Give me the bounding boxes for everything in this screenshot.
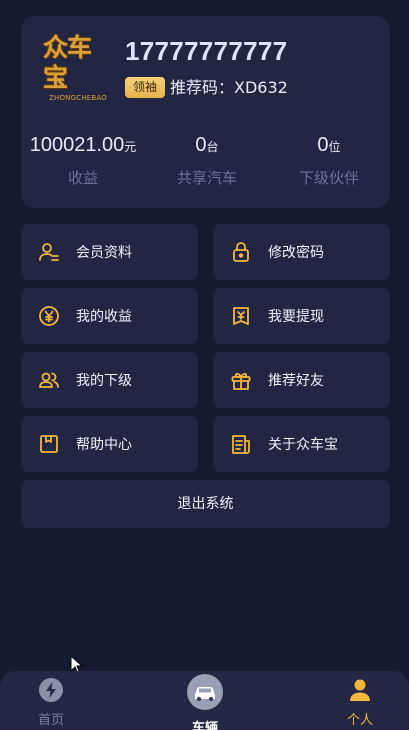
- stat-label: 共享汽车: [176, 169, 237, 187]
- gift-icon: [230, 369, 252, 391]
- stat-unit: 元: [124, 140, 137, 154]
- member-info-icon: [38, 241, 60, 263]
- stat-value: 0: [195, 134, 207, 156]
- document-icon: [230, 433, 252, 455]
- menu-label: 关于众车宝: [268, 437, 338, 453]
- menu-label: 我的收益: [76, 309, 132, 325]
- about-button[interactable]: 关于众车宝: [213, 416, 390, 472]
- my-subordinates-button[interactable]: 我的下级: [21, 352, 198, 408]
- menu-label: 我的下级: [76, 373, 132, 389]
- user-phone: 17777777777: [125, 36, 288, 66]
- my-earnings-button[interactable]: 我的收益: [21, 288, 198, 344]
- tab-label: 个人: [346, 713, 373, 728]
- stat-value: 100021.00: [29, 134, 125, 156]
- menu-label: 我要提现: [268, 309, 324, 325]
- tab-home[interactable]: 首页: [1, 671, 101, 728]
- profile-card: 众车宝 ZHONGCHEBAO 17777777777 领袖 推荐码：XD632…: [21, 16, 390, 208]
- help-book-icon: [38, 433, 60, 455]
- stat-subordinates: 0位 下级伙伴: [267, 134, 391, 188]
- help-center-button[interactable]: 帮助中心: [21, 416, 198, 472]
- withdraw-button[interactable]: 我要提现: [213, 288, 390, 344]
- stat-label: 收益: [67, 169, 98, 187]
- stat-income: 100021.00元 收益: [21, 134, 145, 188]
- stat-unit: 位: [328, 140, 341, 154]
- tab-label: 车辆: [191, 721, 218, 730]
- person-icon: [347, 677, 373, 703]
- lock-icon: [230, 241, 252, 263]
- withdraw-icon: [230, 305, 252, 327]
- brand-logo: 众车宝 ZHONGCHEBAO: [43, 33, 113, 102]
- recommend-friend-button[interactable]: 推荐好友: [213, 352, 390, 408]
- menu-label: 帮助中心: [76, 437, 132, 453]
- menu-label: 修改密码: [268, 245, 324, 261]
- car-icon: [187, 674, 223, 710]
- stat-label: 下级伙伴: [298, 169, 359, 187]
- change-password-button[interactable]: 修改密码: [213, 224, 390, 280]
- menu-label: 会员资料: [76, 245, 132, 261]
- yen-coin-icon: [38, 305, 60, 327]
- logout-button[interactable]: 退出系统: [21, 480, 390, 528]
- tab-me[interactable]: 个人: [310, 671, 409, 728]
- bottom-tab-bar: 首页 车辆 个人: [0, 671, 409, 730]
- logo-text: 众车宝: [43, 32, 92, 92]
- team-icon: [38, 369, 60, 391]
- logo-subtext: ZHONGCHEBAO: [49, 93, 107, 102]
- level-badge: 领袖: [125, 77, 165, 98]
- tab-label: 首页: [37, 713, 64, 728]
- referral-code: 推荐码：XD632: [170, 78, 288, 97]
- lightning-icon: [38, 677, 64, 703]
- menu-label: 推荐好友: [268, 373, 324, 389]
- stat-value: 0: [317, 134, 329, 156]
- stat-shared-cars: 0台 共享汽车: [145, 134, 269, 188]
- stat-unit: 台: [206, 140, 219, 154]
- member-info-button[interactable]: 会员资料: [21, 224, 198, 280]
